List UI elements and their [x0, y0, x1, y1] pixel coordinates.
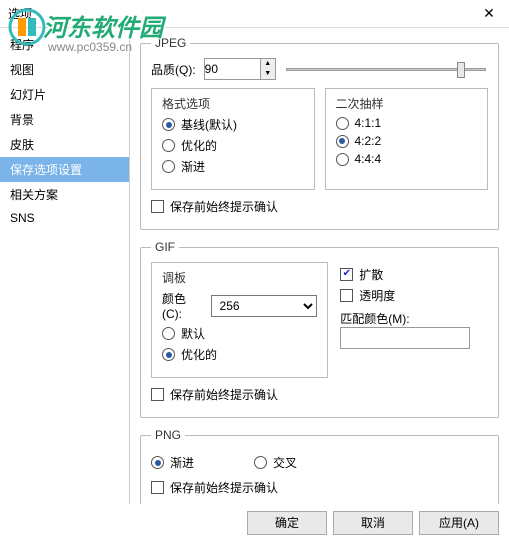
radio-444[interactable]: 4:4:4	[336, 152, 478, 166]
format-options-title: 格式选项	[162, 95, 304, 112]
colors-label: 颜色(C):	[162, 290, 205, 321]
sidebar-item-skin[interactable]: 皮肤	[0, 132, 129, 157]
jpeg-group: JPEG 品质(Q): ▲▼ 格式选项 基线(默认) 优化的 渐进	[140, 36, 499, 230]
quality-label: 品质(Q):	[151, 61, 196, 78]
jpeg-legend: JPEG	[151, 36, 190, 50]
radio-gif-default[interactable]: 默认	[162, 325, 317, 342]
png-confirm-checkbox[interactable]: 保存前始终提示确认	[151, 479, 488, 496]
radio-icon	[162, 348, 175, 361]
gif-legend: GIF	[151, 240, 179, 254]
transparency-checkbox[interactable]: 透明度	[340, 287, 488, 304]
sidebar-item-background[interactable]: 背景	[0, 107, 129, 132]
subsampling-group: 二次抽样 4:1:1 4:2:2 4:4:4	[325, 88, 489, 190]
sidebar-item-save-options[interactable]: 保存选项设置	[0, 157, 129, 182]
quality-slider[interactable]	[284, 60, 488, 78]
checkbox-icon	[151, 388, 164, 401]
spin-down-icon[interactable]: ▼	[261, 69, 275, 79]
titlebar: 选项 ✕	[0, 0, 509, 28]
dialog-buttons: 确定 取消 应用(A)	[247, 511, 499, 535]
radio-icon	[336, 135, 349, 148]
radio-png-progressive[interactable]: 渐进	[151, 454, 194, 471]
radio-optimized[interactable]: 优化的	[162, 137, 304, 154]
png-legend: PNG	[151, 428, 185, 442]
radio-png-interlaced[interactable]: 交叉	[254, 454, 297, 471]
radio-icon	[336, 117, 349, 130]
spin-up-icon[interactable]: ▲	[261, 59, 275, 69]
sidebar-item-sns[interactable]: SNS	[0, 207, 129, 229]
radio-progressive-jpeg[interactable]: 渐进	[162, 158, 304, 175]
palette-title: 调板	[162, 269, 317, 286]
ok-button[interactable]: 确定	[247, 511, 327, 535]
sidebar-item-program[interactable]: 程序	[0, 32, 129, 57]
palette-group: 调板 颜色(C): 256 默认 优化的	[151, 262, 328, 378]
checkbox-icon	[151, 200, 164, 213]
radio-icon	[151, 456, 164, 469]
radio-411[interactable]: 4:1:1	[336, 116, 478, 130]
radio-icon	[162, 327, 175, 340]
gif-group: GIF 调板 颜色(C): 256 默认 优化的 扩散 透明度	[140, 240, 499, 418]
quality-spinner[interactable]: ▲▼	[204, 58, 276, 80]
sidebar-item-view[interactable]: 视图	[0, 57, 129, 82]
close-button[interactable]: ✕	[477, 5, 501, 22]
quality-input[interactable]	[205, 59, 260, 79]
checkbox-icon	[340, 289, 353, 302]
png-group: PNG 渐进 交叉 保存前始终提示确认	[140, 428, 499, 504]
sidebar: 程序 视图 幻灯片 背景 皮肤 保存选项设置 相关方案 SNS	[0, 28, 130, 504]
format-options-group: 格式选项 基线(默认) 优化的 渐进	[151, 88, 315, 190]
apply-button[interactable]: 应用(A)	[419, 511, 499, 535]
radio-icon	[162, 139, 175, 152]
match-color-label: 匹配颜色(M):	[340, 310, 488, 327]
diffuse-checkbox[interactable]: 扩散	[340, 266, 488, 283]
radio-422[interactable]: 4:2:2	[336, 134, 478, 148]
sidebar-item-related[interactable]: 相关方案	[0, 182, 129, 207]
radio-gif-optimized[interactable]: 优化的	[162, 346, 317, 363]
main-panel: JPEG 品质(Q): ▲▼ 格式选项 基线(默认) 优化的 渐进	[130, 28, 509, 504]
radio-baseline[interactable]: 基线(默认)	[162, 116, 304, 133]
subsampling-title: 二次抽样	[336, 95, 478, 112]
radio-icon	[162, 118, 175, 131]
sidebar-item-slideshow[interactable]: 幻灯片	[0, 82, 129, 107]
match-color-input[interactable]	[340, 327, 470, 349]
colors-select[interactable]: 256	[211, 295, 318, 317]
gif-confirm-checkbox[interactable]: 保存前始终提示确认	[151, 386, 488, 403]
radio-icon	[162, 160, 175, 173]
window-title: 选项	[8, 5, 32, 22]
jpeg-confirm-checkbox[interactable]: 保存前始终提示确认	[151, 198, 488, 215]
checkbox-icon	[340, 268, 353, 281]
radio-icon	[336, 153, 349, 166]
radio-icon	[254, 456, 267, 469]
cancel-button[interactable]: 取消	[333, 511, 413, 535]
checkbox-icon	[151, 481, 164, 494]
